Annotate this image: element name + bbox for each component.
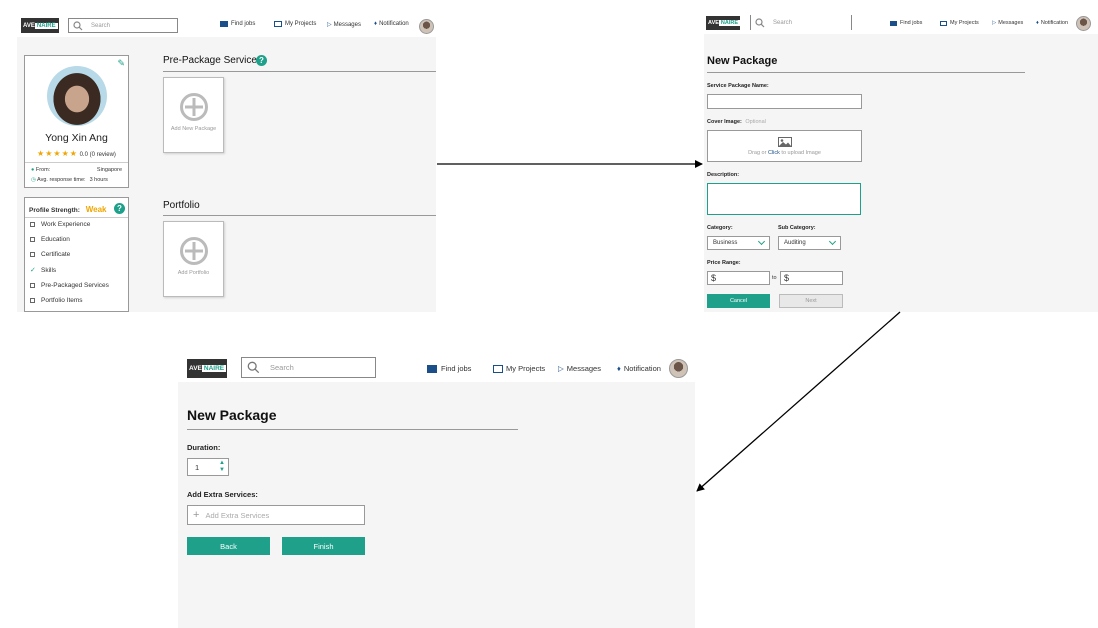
flow-arrows xyxy=(437,160,901,492)
flow-arrow-2 xyxy=(696,311,901,492)
